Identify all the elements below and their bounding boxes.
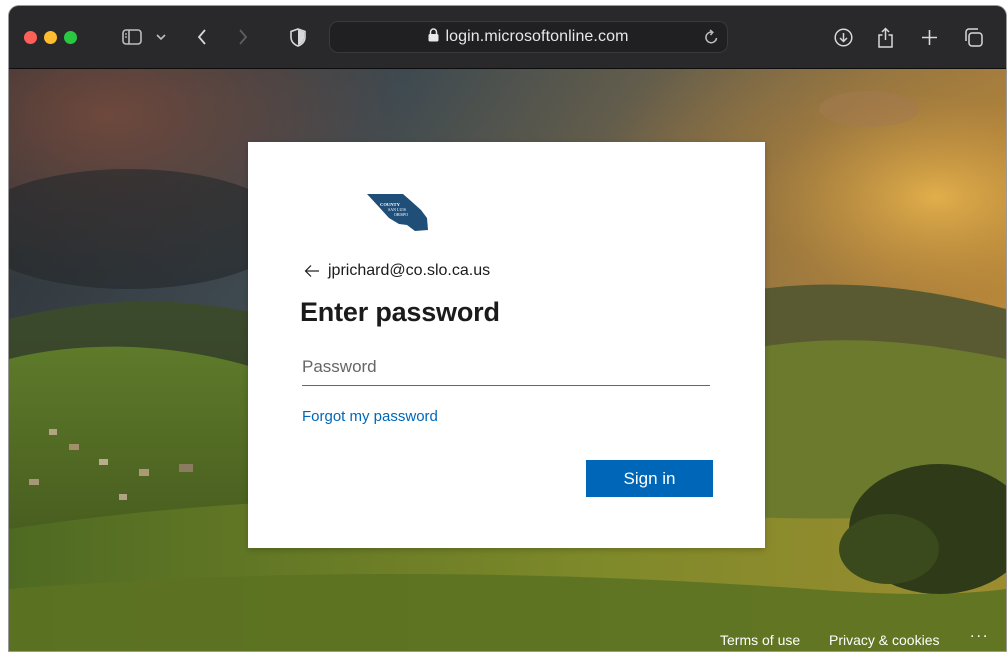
chevron-left-icon[interactable]: [193, 24, 211, 50]
browser-window: login.microsoftonline.com COUNTY SAN LUI…: [9, 6, 1006, 651]
browser-toolbar: login.microsoftonline.com: [9, 6, 1006, 69]
sign-in-button[interactable]: Sign in: [586, 460, 713, 497]
county-logo: COUNTY SAN LUIS OBISPO: [367, 194, 428, 231]
chevron-right-icon[interactable]: [234, 24, 252, 50]
forgot-password-link[interactable]: Forgot my password: [302, 408, 438, 425]
page-title: Enter password: [300, 297, 500, 327]
share-icon[interactable]: [875, 24, 895, 50]
plus-icon[interactable]: [919, 24, 939, 50]
url-display[interactable]: login.microsoftonline.com: [329, 28, 728, 46]
tab-overview-icon[interactable]: [962, 24, 984, 50]
minimize-window-button[interactable]: [44, 31, 57, 44]
account-identity[interactable]: jprichard@co.slo.ca.us: [304, 259, 490, 283]
terms-of-use-link[interactable]: Terms of use: [720, 632, 800, 648]
shield-icon[interactable]: [288, 24, 308, 50]
privacy-cookies-link[interactable]: Privacy & cookies: [829, 632, 939, 648]
download-icon[interactable]: [832, 24, 854, 50]
chevron-down-icon[interactable]: [154, 24, 168, 50]
reload-icon[interactable]: [702, 24, 720, 50]
address-bar[interactable]: login.microsoftonline.com: [329, 21, 728, 53]
lock-icon: [428, 28, 439, 42]
account-email: jprichard@co.slo.ca.us: [328, 262, 491, 279]
signin-card: COUNTY SAN LUIS OBISPO jprichard@co.slo.…: [248, 142, 765, 548]
page-viewport: COUNTY SAN LUIS OBISPO jprichard@co.slo.…: [9, 69, 1006, 651]
close-window-button[interactable]: [24, 31, 37, 44]
zoom-window-button[interactable]: [64, 31, 77, 44]
svg-text:OBISPO: OBISPO: [394, 212, 408, 217]
url-text: login.microsoftonline.com: [445, 28, 629, 45]
arrow-left-icon[interactable]: [304, 264, 320, 278]
sidebar-icon[interactable]: [120, 24, 144, 50]
password-input[interactable]: [302, 349, 710, 386]
more-options-button[interactable]: ...: [970, 624, 989, 642]
